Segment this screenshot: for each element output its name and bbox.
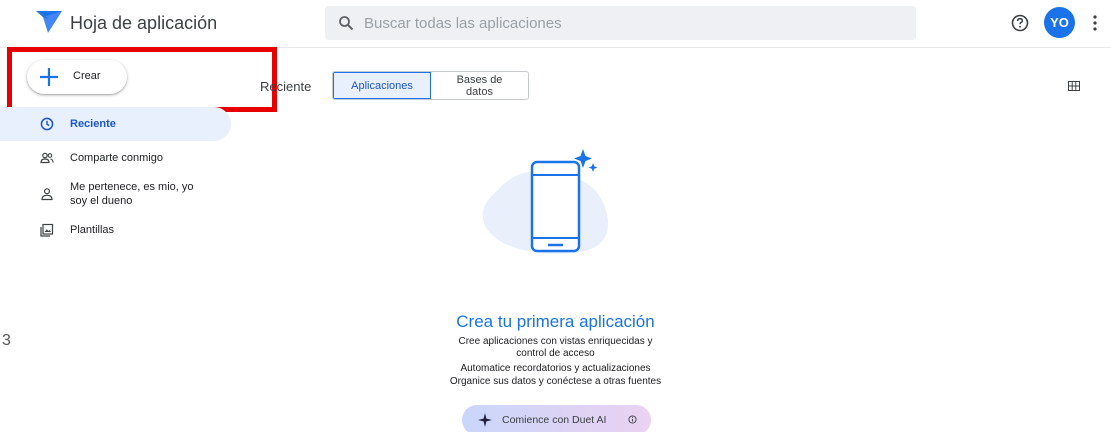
highlight-annotation [7, 47, 277, 112]
tab-applications[interactable]: Aplicaciones [333, 72, 431, 99]
empty-state-line: Automatice recordatorios y actualizacion… [460, 363, 651, 374]
search-icon [339, 16, 354, 31]
sidebar-item-label: Comparte conmigo [70, 152, 163, 164]
app-root: Hoja de aplicación Buscar todas las apli… [0, 0, 1111, 432]
avatar[interactable]: YO [1044, 7, 1075, 38]
tab-databases-line1: Bases de [456, 73, 503, 86]
section-label-recent: Reciente [260, 79, 312, 94]
sparkle-icon [478, 413, 492, 427]
sidebar-item-shared[interactable]: Comparte conmigo [19, 149, 231, 169]
sidebar-item-owned[interactable]: Me pertenece, es mio, yo soy el dueno [19, 179, 231, 209]
sidebar-item-label: Me pertenece, es mio, yo [70, 181, 194, 193]
sidebar-item-label: soy el dueno [70, 195, 133, 207]
sidebar-item-recent[interactable]: Reciente [0, 107, 231, 141]
grid-view-icon[interactable] [1068, 81, 1080, 91]
empty-state-title: Crea tu primera aplicación [456, 312, 655, 331]
sidebar-item-label: Reciente [70, 118, 116, 130]
app-type-toggle[interactable]: Aplicaciones Bases de datos [332, 71, 529, 100]
sidebar-item-label: Plantillas [70, 224, 115, 236]
empty-state-line: Cree aplicaciones con vistas enriquecida… [458, 336, 653, 347]
app-title[interactable]: Hoja de aplicación [70, 13, 217, 34]
phone-sparkle-icon [482, 149, 609, 254]
tab-databases[interactable]: Bases de datos [431, 72, 528, 99]
sidebar-item-templates[interactable]: Plantillas [19, 221, 231, 241]
duet-button-label: Comience con Duet AI [502, 414, 607, 426]
info-icon[interactable] [628, 415, 637, 424]
empty-state-line: Organice sus datos y conéctese a otras f… [449, 376, 662, 387]
person-icon [41, 188, 53, 201]
appsheet-logo-icon[interactable] [36, 11, 62, 33]
help-circle-icon[interactable] [1010, 13, 1030, 33]
clock-icon [40, 117, 54, 131]
more-vert-icon[interactable] [1092, 14, 1098, 32]
top-bar: Hoja de aplicación Buscar todas las apli… [0, 0, 1111, 48]
people-icon [40, 152, 54, 164]
tab-databases-line2: datos [466, 85, 493, 98]
start-with-duet-ai-button[interactable]: Comience con Duet AI [462, 405, 651, 432]
template-icon [40, 223, 54, 237]
search-input[interactable]: Buscar todas las aplicaciones [364, 15, 562, 32]
empty-state-line: control de acceso [516, 348, 595, 359]
search-bar[interactable]: Buscar todas las aplicaciones [325, 6, 916, 40]
